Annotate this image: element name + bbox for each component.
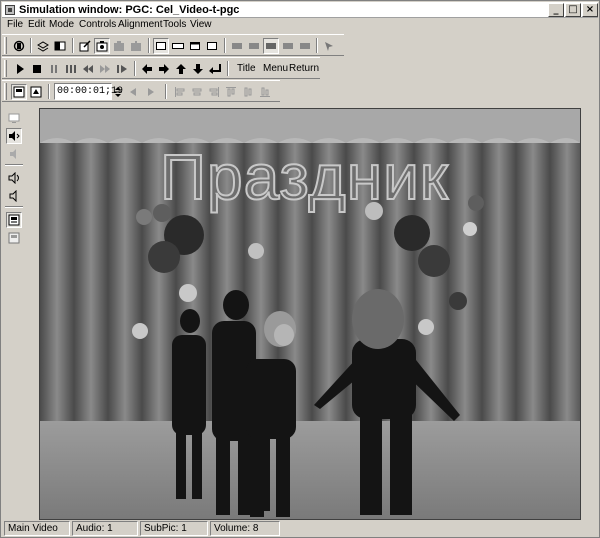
rewind-icon[interactable] — [80, 61, 96, 77]
timecode-spinner-icon[interactable] — [112, 84, 124, 100]
aspect-panscan-icon[interactable] — [204, 38, 220, 54]
status-volume: Volume: 8 — [210, 521, 280, 536]
archive-disabled-icon[interactable] — [128, 38, 144, 54]
video-preview[interactable]: Праздник — [39, 108, 581, 520]
align-left-icon[interactable] — [172, 84, 188, 100]
toolbar-grip[interactable] — [4, 37, 7, 54]
toolbar-grip[interactable] — [4, 83, 7, 100]
camera-icon[interactable] — [94, 38, 110, 54]
menu-view[interactable]: View — [190, 18, 212, 32]
display-mode-5-icon[interactable] — [297, 38, 313, 54]
fast-forward-icon[interactable] — [97, 61, 113, 77]
timeline-toolbar: 00:00:01;19 — [2, 80, 280, 102]
window-title: Simulation window: PGC: Cel_Video-t-pgc — [19, 4, 240, 16]
menu-edit[interactable]: Edit — [28, 18, 45, 32]
aspect-4x3-icon[interactable] — [153, 38, 169, 54]
slow-motion-icon[interactable] — [114, 61, 130, 77]
return-button[interactable]: Return — [289, 61, 319, 77]
mode-toolbar — [2, 34, 344, 56]
arrow-left-icon[interactable] — [139, 61, 155, 77]
hand-icon[interactable] — [11, 38, 27, 54]
toolbar-grip[interactable] — [4, 60, 7, 77]
display-mode-3-icon[interactable] — [263, 38, 279, 54]
arrow-up-icon[interactable] — [173, 61, 189, 77]
play-icon[interactable] — [12, 61, 28, 77]
display-mode-1-icon[interactable] — [229, 38, 245, 54]
align-bottom-icon[interactable] — [257, 84, 273, 100]
volume-down-icon[interactable] — [6, 188, 22, 204]
timecode-input[interactable]: 00:00:01;19 — [54, 83, 123, 100]
menu-button[interactable]: Menu — [263, 61, 288, 77]
arrow-right-icon[interactable] — [156, 61, 172, 77]
menu-controls[interactable]: Controls — [79, 18, 116, 32]
menu-alignment[interactable]: Alignment — [118, 18, 162, 32]
layers-icon[interactable] — [35, 38, 51, 54]
stop-icon[interactable] — [29, 61, 45, 77]
subpicture-icon[interactable] — [6, 212, 22, 228]
display-mode-2-icon[interactable] — [246, 38, 262, 54]
align-center-icon[interactable] — [189, 84, 205, 100]
status-stream: Main Video — [4, 521, 70, 536]
side-toolbar — [3, 108, 25, 518]
snapshot-icon[interactable] — [11, 84, 27, 100]
menu-file[interactable]: File — [7, 18, 23, 32]
status-bar: Main Video Audio: 1 SubPic: 1 Volume: 8 — [2, 520, 598, 537]
playback-toolbar: Title Menu Return — [2, 57, 320, 79]
menu-tools[interactable]: Tools — [163, 18, 186, 32]
title-bar[interactable]: Simulation window: PGC: Cel_Video-t-pgc … — [2, 2, 598, 18]
align-top-icon[interactable] — [223, 84, 239, 100]
previous-icon[interactable] — [125, 84, 141, 100]
arrow-down-icon[interactable] — [190, 61, 206, 77]
menu-bar: File Edit Mode Controls Alignment Tools … — [2, 18, 598, 32]
pointer-icon[interactable] — [321, 38, 337, 54]
menu-overlay-title: Праздник — [159, 140, 449, 214]
menu-mode[interactable]: Mode — [49, 18, 74, 32]
speaker-muted-icon[interactable] — [6, 146, 22, 162]
close-button[interactable]: × — [582, 3, 598, 17]
pause-icon[interactable] — [46, 61, 62, 77]
maximize-button[interactable]: □ — [565, 3, 581, 17]
align-right-icon[interactable] — [206, 84, 222, 100]
enter-icon[interactable] — [207, 61, 223, 77]
tv-display-icon[interactable] — [6, 110, 22, 126]
next-icon[interactable] — [143, 84, 159, 100]
align-middle-icon[interactable] — [240, 84, 256, 100]
volume-up-icon[interactable] — [6, 170, 22, 186]
edit-icon[interactable] — [77, 38, 93, 54]
display-mode-4-icon[interactable] — [280, 38, 296, 54]
status-audio: Audio: 1 — [72, 521, 138, 536]
aspect-16x9-icon[interactable] — [170, 38, 186, 54]
subpicture-off-icon[interactable] — [6, 230, 22, 246]
title-button[interactable]: Title — [237, 61, 256, 77]
simulation-window: Simulation window: PGC: Cel_Video-t-pgc … — [0, 0, 600, 538]
chapter-icon[interactable] — [28, 84, 44, 100]
minimize-button[interactable]: _ — [548, 3, 564, 17]
frame-icon[interactable] — [52, 38, 68, 54]
app-icon — [5, 5, 15, 15]
record-disabled-icon[interactable] — [111, 38, 127, 54]
status-subpic: SubPic: 1 — [140, 521, 208, 536]
aspect-letterbox-icon[interactable] — [187, 38, 203, 54]
step-frame-icon[interactable] — [63, 61, 79, 77]
audio-select-icon[interactable] — [6, 128, 22, 144]
